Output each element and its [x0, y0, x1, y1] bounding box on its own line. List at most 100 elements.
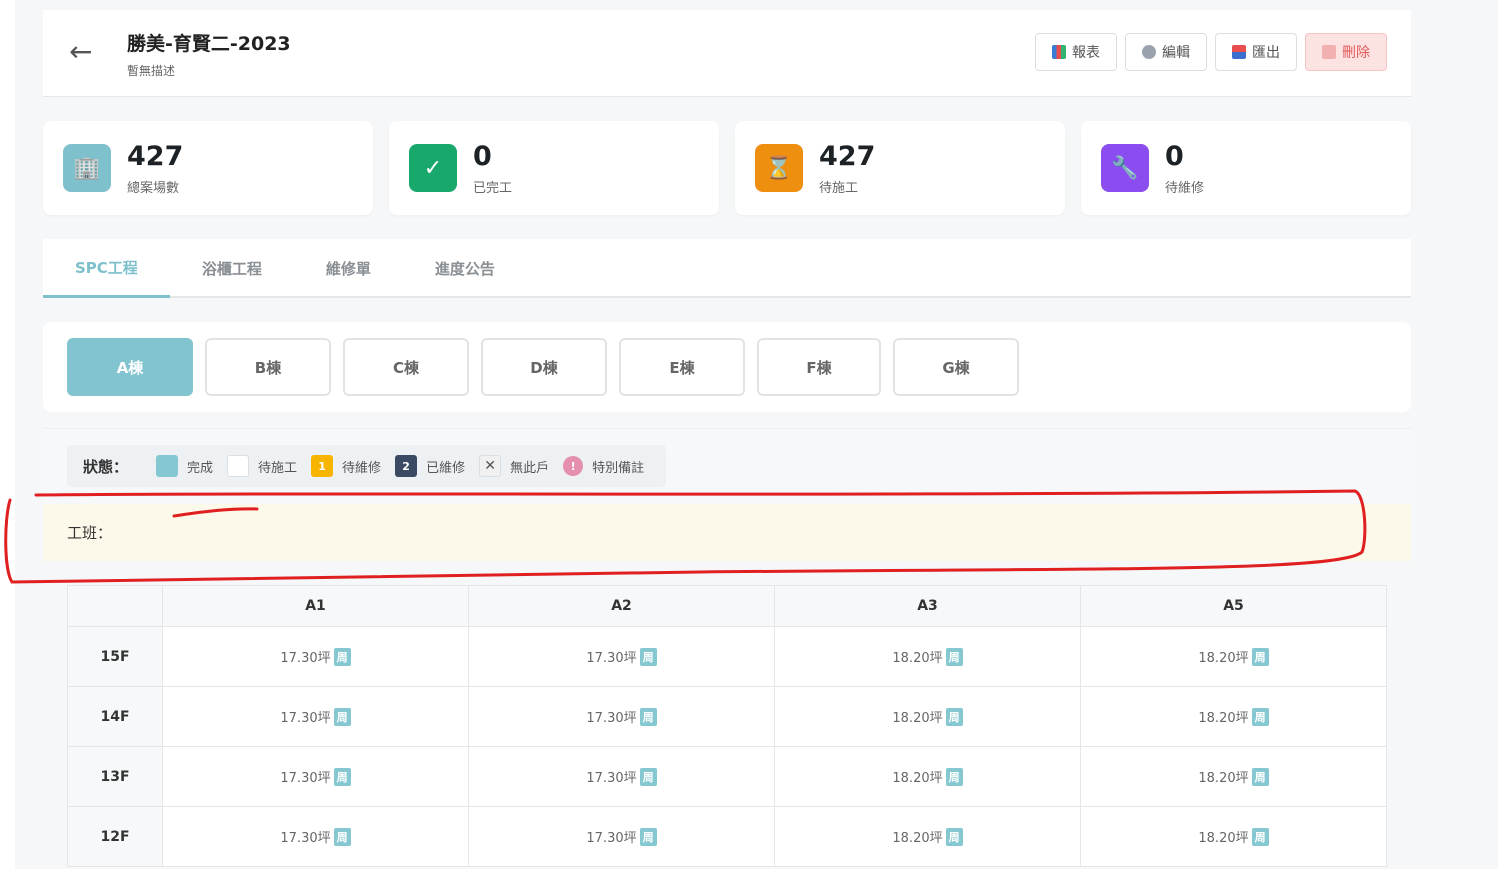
unit-area: 18.20坪: [892, 831, 943, 846]
unit-tag: 周: [333, 768, 351, 786]
table-row: 14F 17.30坪周 17.30坪周 18.20坪周 18.20坪周: [67, 686, 1387, 747]
unit-area: 18.20坪: [1198, 651, 1249, 666]
floor-label: 13F: [67, 746, 163, 807]
crew-row: 工班：: [43, 504, 1411, 561]
unit-tag: 周: [1251, 768, 1269, 786]
building-chip-f[interactable]: F棟: [757, 338, 881, 396]
unit-cell[interactable]: 18.20坪周: [774, 626, 1081, 687]
gear-icon: [1142, 45, 1156, 59]
legend-item-done: 完成: [156, 455, 213, 477]
unit-area: 18.20坪: [892, 711, 943, 726]
legend-item-pending: 待施工: [227, 455, 297, 477]
unit-cell[interactable]: 18.20坪周: [1080, 686, 1387, 747]
stat-card-repair: 🔧 0 待維修: [1081, 121, 1411, 215]
unit-area: 18.20坪: [1198, 831, 1249, 846]
table-row: 13F 17.30坪周 17.30坪周 18.20坪周 18.20坪周: [67, 746, 1387, 807]
stat-value: 0: [1165, 141, 1184, 172]
delete-button-label: 刪除: [1342, 45, 1370, 61]
stat-card-total: 🏢 427 總案場數: [43, 121, 373, 215]
tab-spc[interactable]: SPC工程: [43, 239, 170, 298]
building-chip-g[interactable]: G棟: [893, 338, 1019, 396]
back-arrow-icon[interactable]: ←: [69, 34, 92, 70]
project-tabs: SPC工程 浴櫃工程 維修單 進度公告: [43, 239, 1411, 298]
unit-tag: 周: [945, 708, 963, 726]
building-chip-a[interactable]: A棟: [67, 338, 193, 396]
legend-swatch: [227, 455, 250, 477]
tab-repair-orders[interactable]: 維修單: [294, 239, 403, 298]
building-chip-e[interactable]: E棟: [619, 338, 745, 396]
stat-card-completed: ✓ 0 已完工: [389, 121, 719, 215]
unit-tag: 周: [333, 828, 351, 846]
unit-cell[interactable]: 17.30坪周: [468, 626, 775, 687]
legend-text: 完成: [187, 460, 214, 476]
export-button[interactable]: 匯出: [1215, 33, 1297, 71]
report-button-label: 報表: [1072, 45, 1100, 61]
unit-cell[interactable]: 18.20坪周: [774, 806, 1081, 867]
unit-cell[interactable]: 18.20坪周: [1080, 806, 1387, 867]
unit-cell[interactable]: 18.20坪周: [1080, 746, 1387, 807]
tab-progress-notice[interactable]: 進度公告: [403, 239, 527, 298]
report-button[interactable]: 報表: [1035, 33, 1117, 71]
status-legend-wrapper: 狀態： 完成 待施工 1 待維修 2 已維修 ✕ 無此戶 ! 特別備註: [43, 428, 1411, 503]
grid-column-header: A2: [468, 585, 775, 627]
unit-tag: 周: [639, 648, 657, 666]
building-chip-b[interactable]: B棟: [205, 338, 331, 396]
unit-tag: 周: [639, 828, 657, 846]
status-legend: 狀態： 完成 待施工 1 待維修 2 已維修 ✕ 無此戶 ! 特別備註: [67, 445, 667, 487]
unit-cell[interactable]: 17.30坪周: [162, 626, 469, 687]
legend-swatch: [156, 455, 179, 477]
grid-corner: [67, 585, 163, 627]
project-header: ← 勝美-育賢二-2023 暫無描述 報表 編輯 匯出 刪除: [43, 10, 1411, 97]
table-row: 15F 17.30坪周 17.30坪周 18.20坪周 18.20坪周: [67, 626, 1387, 687]
building-chip-c[interactable]: C棟: [343, 338, 469, 396]
hourglass-icon: ⌛: [755, 144, 803, 192]
grid-column-header: A3: [774, 585, 1081, 627]
unit-cell[interactable]: 17.30坪周: [162, 806, 469, 867]
unit-cell[interactable]: 17.30坪周: [162, 746, 469, 807]
stat-value: 0: [473, 141, 492, 172]
exclamation-icon: !: [563, 456, 584, 476]
unit-cell[interactable]: 17.30坪周: [468, 686, 775, 747]
unit-area: 17.30坪: [586, 771, 637, 786]
export-icon: [1232, 45, 1246, 59]
building-selector: A棟 B棟 C棟 D棟 E棟 F棟 G棟: [43, 322, 1411, 412]
unit-cell[interactable]: 17.30坪周: [468, 806, 775, 867]
stats-row: 🏢 427 總案場數 ✓ 0 已完工 ⌛ 427 待施工 🔧 0 待維修: [43, 121, 1411, 215]
unit-tag: 周: [333, 708, 351, 726]
unit-tag: 周: [333, 648, 351, 666]
unit-tag: 周: [945, 768, 963, 786]
unit-area: 17.30坪: [280, 711, 331, 726]
unit-cell[interactable]: 17.30坪周: [162, 686, 469, 747]
legend-text: 無此戶: [510, 460, 550, 476]
edit-button-label: 編輯: [1162, 45, 1190, 61]
wrench-icon: 🔧: [1101, 144, 1149, 192]
building-chip-d[interactable]: D棟: [481, 338, 607, 396]
building-icon: 🏢: [63, 144, 111, 192]
legend-swatch: 2: [395, 455, 418, 477]
grid-column-header: A5: [1080, 585, 1387, 627]
unit-area: 17.30坪: [280, 831, 331, 846]
legend-label: 狀態：: [83, 457, 129, 476]
check-icon: ✓: [409, 144, 457, 192]
unit-cell[interactable]: 18.20坪周: [1080, 626, 1387, 687]
unit-cell[interactable]: 18.20坪周: [774, 686, 1081, 747]
trash-icon: [1322, 45, 1336, 59]
unit-cell[interactable]: 18.20坪周: [774, 746, 1081, 807]
unit-tag: 周: [639, 708, 657, 726]
bar-chart-icon: [1052, 45, 1066, 59]
unit-grid: A1 A2 A3 A5 15F 17.30坪周 17.30坪周 18.20坪周 …: [67, 585, 1387, 867]
grid-header-row: A1 A2 A3 A5: [67, 585, 1387, 627]
legend-item-repaired: 2 已維修: [395, 455, 465, 477]
header-actions: 報表 編輯 匯出 刪除: [1035, 33, 1387, 71]
tab-cabinet[interactable]: 浴櫃工程: [170, 239, 294, 298]
edit-button[interactable]: 編輯: [1125, 33, 1207, 71]
stat-value: 427: [819, 141, 876, 172]
unit-cell[interactable]: 17.30坪周: [468, 746, 775, 807]
unit-area: 18.20坪: [1198, 771, 1249, 786]
legend-swatch: 1: [311, 455, 334, 477]
legend-text: 待維修: [342, 460, 382, 476]
stat-value: 427: [127, 141, 184, 172]
legend-item-no-unit: ✕ 無此戶: [479, 455, 549, 477]
delete-button[interactable]: 刪除: [1305, 33, 1387, 71]
page-title: 勝美-育賢二-2023: [127, 33, 291, 55]
